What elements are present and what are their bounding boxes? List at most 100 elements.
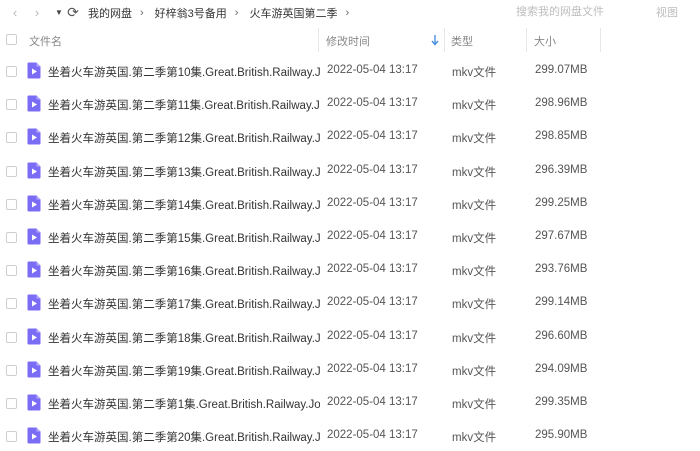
row-checkbox[interactable] bbox=[6, 364, 17, 376]
file-name[interactable]: 坐着火车游英国.第二季第16集.Great.British.Railway.Jo… bbox=[48, 263, 320, 279]
file-size: 295.90MB bbox=[535, 429, 588, 442]
video-file-icon bbox=[27, 162, 41, 179]
video-file-icon bbox=[27, 394, 41, 411]
video-file-icon bbox=[27, 294, 41, 311]
search-input[interactable] bbox=[510, 2, 640, 22]
breadcrumb-item-current[interactable]: 火车游英国第二季 bbox=[249, 5, 337, 21]
file-row[interactable]: 坐着火车游英国.第二季第18集.Great.British.Railway.Jo… bbox=[0, 321, 700, 354]
file-type: mkv文件 bbox=[452, 365, 497, 378]
file-row[interactable]: 坐着火车游英国.第二季第1集.Great.British.Railway.Jou… bbox=[0, 387, 700, 420]
file-size: 299.35MB bbox=[535, 395, 588, 408]
file-name[interactable]: 坐着火车游英国.第二季第14集.Great.British.Railway.Jo… bbox=[48, 197, 320, 213]
file-name[interactable]: 坐着火车游英国.第二季第1集.Great.British.Railway.Jou… bbox=[48, 396, 320, 412]
file-size: 296.60MB bbox=[535, 329, 588, 342]
row-checkbox[interactable] bbox=[6, 431, 17, 443]
video-file-icon bbox=[27, 328, 41, 344]
file-size: 293.76MB bbox=[535, 263, 588, 276]
file-modified-time: 2022-05-04 13:17 bbox=[327, 97, 418, 110]
column-divider[interactable] bbox=[444, 28, 445, 52]
column-header-size[interactable]: 大小 bbox=[534, 33, 556, 49]
row-checkbox[interactable] bbox=[6, 165, 17, 177]
file-name[interactable]: 坐着火车游英国.第二季第20集.Great.British.Railway.Jo… bbox=[48, 429, 320, 445]
file-row[interactable]: 坐着火车游英国.第二季第16集.Great.British.Railway.Jo… bbox=[0, 254, 700, 287]
column-header-type[interactable]: 类型 bbox=[451, 33, 473, 49]
refresh-icon[interactable]: ⟳ bbox=[64, 2, 82, 22]
file-name[interactable]: 坐着火车游英国.第二季第19集.Great.British.Railway.Jo… bbox=[48, 363, 320, 379]
breadcrumb-separator-icon: › bbox=[345, 7, 350, 19]
file-size: 298.96MB bbox=[535, 97, 588, 110]
file-type: mkv文件 bbox=[452, 266, 497, 279]
file-name[interactable]: 坐着火车游英国.第二季第12集.Great.British.Railway.Jo… bbox=[48, 130, 320, 146]
row-checkbox[interactable] bbox=[6, 397, 17, 409]
file-type: mkv文件 bbox=[452, 166, 497, 179]
file-name[interactable]: 坐着火车游英国.第二季第17集.Great.British.Railway.Jo… bbox=[48, 296, 320, 312]
video-file-icon bbox=[27, 261, 41, 278]
video-file-icon bbox=[27, 228, 41, 245]
video-file-icon bbox=[27, 95, 41, 112]
video-file-icon bbox=[27, 62, 41, 79]
file-modified-time: 2022-05-04 13:17 bbox=[327, 229, 418, 242]
column-header-name[interactable]: 文件名 bbox=[29, 33, 62, 49]
file-row[interactable]: 坐着火车游英国.第二季第19集.Great.British.Railway.Jo… bbox=[0, 354, 700, 387]
column-header: 文件名 修改时间 类型 大小 bbox=[0, 28, 700, 52]
file-row[interactable]: 坐着火车游英国.第二季第10集.Great.British.Railway.Jo… bbox=[0, 55, 700, 88]
file-type: mkv文件 bbox=[452, 432, 497, 445]
file-modified-time: 2022-05-04 13:17 bbox=[327, 429, 418, 442]
forward-arrow-icon[interactable]: › bbox=[28, 2, 46, 22]
select-all-checkbox[interactable] bbox=[6, 34, 17, 45]
file-row[interactable]: 坐着火车游英国.第二季第13集.Great.British.Railway.Jo… bbox=[0, 155, 700, 188]
file-name[interactable]: 坐着火车游英国.第二季第13集.Great.British.Railway.Jo… bbox=[48, 164, 320, 180]
file-size: 299.07MB bbox=[535, 64, 588, 76]
row-checkbox[interactable] bbox=[6, 198, 17, 210]
file-modified-time: 2022-05-04 13:17 bbox=[327, 296, 418, 309]
file-size: 297.67MB bbox=[535, 229, 588, 242]
file-type: mkv文件 bbox=[452, 67, 497, 79]
breadcrumb-separator-icon: › bbox=[140, 7, 144, 19]
file-size: 294.09MB bbox=[535, 362, 588, 375]
file-name[interactable]: 坐着火车游英国.第二季第15集.Great.British.Railway.Jo… bbox=[48, 230, 320, 246]
file-type: mkv文件 bbox=[452, 133, 497, 146]
file-row[interactable]: 坐着火车游英国.第二季第15集.Great.British.Railway.Jo… bbox=[0, 221, 700, 254]
file-type: mkv文件 bbox=[452, 398, 497, 411]
video-file-icon bbox=[27, 361, 41, 378]
row-checkbox[interactable] bbox=[6, 331, 17, 343]
file-modified-time: 2022-05-04 13:17 bbox=[327, 263, 418, 276]
back-arrow-icon[interactable]: ‹ bbox=[6, 2, 24, 22]
toolbar: ‹ › ▼ ⟳ 我的网盘 › 好梓翁3号备用 › 火车游英国第二季 › 视图 bbox=[0, 0, 700, 26]
file-modified-time: 2022-05-04 13:17 bbox=[327, 130, 418, 143]
column-header-modified[interactable]: 修改时间 bbox=[326, 33, 370, 49]
column-divider[interactable] bbox=[600, 28, 601, 52]
file-size: 298.85MB bbox=[535, 130, 588, 143]
sort-descending-icon[interactable] bbox=[430, 34, 440, 46]
row-checkbox[interactable] bbox=[6, 99, 17, 111]
breadcrumb-separator-icon: › bbox=[234, 7, 239, 19]
breadcrumb-item-folder[interactable]: 好梓翁3号备用 bbox=[155, 5, 227, 21]
file-row[interactable]: 坐着火车游英国.第二季第17集.Great.British.Railway.Jo… bbox=[0, 287, 700, 320]
file-name[interactable]: 坐着火车游英国.第二季第11集.Great.British.Railway.Jo… bbox=[48, 97, 320, 113]
breadcrumb: 我的网盘 › 好梓翁3号备用 › 火车游英国第二季 › bbox=[88, 4, 360, 22]
file-row[interactable]: 坐着火车游英国.第二季第11集.Great.British.Railway.Jo… bbox=[0, 88, 700, 121]
file-size: 296.39MB bbox=[535, 163, 588, 176]
file-name[interactable]: 坐着火车游英国.第二季第10集.Great.British.Railway.Jo… bbox=[48, 64, 320, 80]
video-file-icon bbox=[27, 195, 41, 212]
breadcrumb-item-root[interactable]: 我的网盘 bbox=[88, 5, 132, 21]
file-modified-time: 2022-05-04 13:17 bbox=[327, 395, 418, 408]
file-row[interactable]: 坐着火车游英国.第二季第14集.Great.British.Railway.Jo… bbox=[0, 188, 700, 221]
row-checkbox[interactable] bbox=[6, 132, 17, 144]
file-type: mkv文件 bbox=[452, 332, 497, 345]
file-type: mkv文件 bbox=[452, 199, 497, 212]
file-name[interactable]: 坐着火车游英国.第二季第18集.Great.British.Railway.Jo… bbox=[48, 330, 320, 346]
file-row[interactable]: 坐着火车游英国.第二季第20集.Great.British.Railway.Jo… bbox=[0, 420, 700, 451]
row-checkbox[interactable] bbox=[6, 66, 17, 77]
row-checkbox[interactable] bbox=[6, 231, 17, 243]
file-size: 299.25MB bbox=[535, 196, 588, 209]
file-modified-time: 2022-05-04 13:17 bbox=[327, 196, 418, 209]
file-row[interactable]: 坐着火车游英国.第二季第12集.Great.British.Railway.Jo… bbox=[0, 121, 700, 154]
view-toggle-button[interactable]: 视图 bbox=[656, 4, 678, 20]
column-divider[interactable] bbox=[526, 28, 527, 52]
file-list: 坐着火车游英国.第二季第10集.Great.British.Railway.Jo… bbox=[0, 55, 700, 451]
row-checkbox[interactable] bbox=[6, 298, 17, 310]
row-checkbox[interactable] bbox=[6, 265, 17, 277]
video-file-icon bbox=[27, 427, 41, 444]
column-divider[interactable] bbox=[318, 28, 319, 52]
